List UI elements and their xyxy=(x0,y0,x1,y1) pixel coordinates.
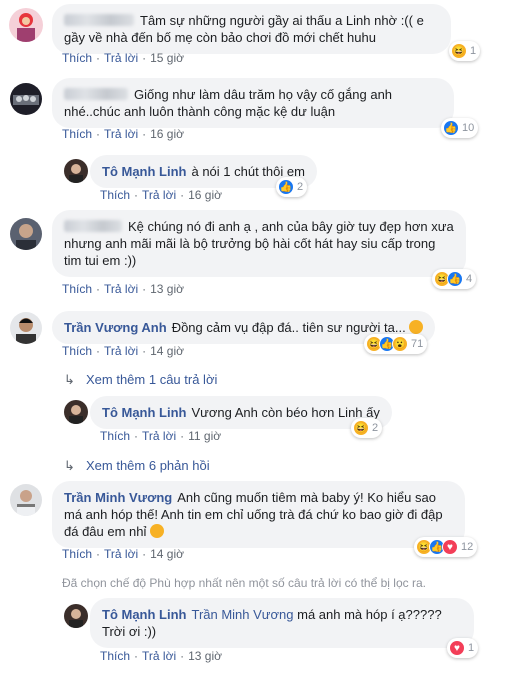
view-more-replies-link[interactable]: ↳ Xem thêm 1 câu trả lời xyxy=(64,372,217,388)
comment-bubble: Giống như làm dâu trăm họ vậy cố gắng an… xyxy=(52,78,454,128)
comment-actions: Thích · Trả lời · 16 giờ xyxy=(100,188,222,202)
like-link[interactable]: Thích xyxy=(62,127,92,141)
comment-actions: Thích · Trả lời · 11 giờ xyxy=(100,429,222,443)
reply-link[interactable]: Trả lời xyxy=(104,51,138,65)
haha-reaction-icon: 😆 xyxy=(353,420,369,436)
reaction-count: 71 xyxy=(411,338,424,350)
reaction-count: 10 xyxy=(462,122,475,134)
blurred-author-name[interactable] xyxy=(64,14,134,26)
comment-actions: Thích · Trả lời · 14 giờ xyxy=(62,547,184,561)
reaction-summary[interactable]: 😆 👍 😮 71 xyxy=(364,334,428,354)
author-name[interactable]: Tô Mạnh Linh xyxy=(102,405,186,420)
avatar[interactable] xyxy=(10,312,42,344)
avatar[interactable] xyxy=(64,159,88,183)
avatar[interactable] xyxy=(10,83,42,115)
reaction-count: 2 xyxy=(297,181,304,193)
comment-bubble: Trần Minh Vương Anh cũng muốn tiêm mà bab… xyxy=(52,481,465,548)
comment-text: Đồng cảm vụ đập đá.. tiên sư người ta... xyxy=(171,320,406,335)
reaction-count: 1 xyxy=(468,642,475,654)
haha-reaction-icon: 😆 xyxy=(451,43,467,59)
comment-actions: Thích · Trả lời · 13 giờ xyxy=(100,649,222,663)
avatar[interactable] xyxy=(10,484,42,516)
like-reaction-icon: 👍 xyxy=(447,271,463,287)
comment-bubble: Kệ chúng nó đi anh ạ , anh của bây giờ t… xyxy=(52,210,466,277)
reply-bubble: Tô Mạnh Linh Vương Anh còn béo hơn Linh ấ… xyxy=(90,396,392,429)
love-reaction-icon: ♥ xyxy=(449,640,465,656)
comment-text: Kệ chúng nó đi anh ạ , anh của bây giờ t… xyxy=(64,219,454,268)
author-name[interactable]: Tô Mạnh Linh xyxy=(102,164,186,179)
smile-emoji-icon xyxy=(150,524,165,538)
reply-link[interactable]: Trả lời xyxy=(104,547,138,561)
reaction-count: 12 xyxy=(461,541,474,553)
like-link[interactable]: Thích xyxy=(100,649,130,663)
wow-reaction-icon: 😮 xyxy=(392,336,408,352)
reply-arrow-icon: ↳ xyxy=(64,372,75,387)
reply-link[interactable]: Trả lời xyxy=(142,649,176,663)
like-link[interactable]: Thích xyxy=(100,188,130,202)
comment-actions: Thích · Trả lời · 13 giờ xyxy=(62,282,184,296)
comment-actions: Thích · Trả lời · 14 giờ xyxy=(62,344,184,358)
avatar[interactable] xyxy=(64,400,88,424)
author-name[interactable]: Trần Minh Vương xyxy=(64,490,172,505)
avatar[interactable] xyxy=(9,8,43,42)
reply-link[interactable]: Trả lời xyxy=(142,429,176,443)
like-reaction-icon: 👍 xyxy=(278,179,294,195)
comment-actions: Thích · Trả lời · 16 giờ xyxy=(62,127,184,141)
love-reaction-icon: ♥ xyxy=(442,539,458,555)
timestamp[interactable]: 16 giờ xyxy=(150,127,184,141)
reaction-count: 4 xyxy=(466,273,473,285)
filter-notice: Đã chọn chế độ Phù hợp nhất nên một số c… xyxy=(62,576,426,590)
timestamp[interactable]: 15 giờ xyxy=(150,51,184,65)
comment-text: Vương Anh còn béo hơn Linh ấy xyxy=(191,405,380,420)
reply-arrow-icon: ↳ xyxy=(64,458,75,473)
reply-link[interactable]: Trả lời xyxy=(104,344,138,358)
timestamp[interactable]: 16 giờ xyxy=(188,188,222,202)
reaction-summary[interactable]: 😆 2 xyxy=(351,418,383,438)
timestamp[interactable]: 14 giờ xyxy=(150,344,184,358)
like-link[interactable]: Thích xyxy=(62,547,92,561)
reply-link[interactable]: Trả lời xyxy=(142,188,176,202)
blurred-author-name[interactable] xyxy=(64,220,122,232)
avatar[interactable] xyxy=(10,218,42,250)
avatar[interactable] xyxy=(64,604,88,628)
like-link[interactable]: Thích xyxy=(62,51,92,65)
reaction-count: 2 xyxy=(372,422,379,434)
reaction-summary[interactable]: 😆 👍 4 xyxy=(432,269,477,289)
reaction-summary[interactable]: 😆 1 xyxy=(449,41,481,61)
comment-bubble: Tâm sự những người gầy ai thấu a Linh nh… xyxy=(52,4,451,54)
author-name[interactable]: Trần Vương Anh xyxy=(64,320,167,335)
reply-link[interactable]: Trả lời xyxy=(104,127,138,141)
like-reaction-icon: 👍 xyxy=(443,120,459,136)
mention-link[interactable]: Trần Minh Vương xyxy=(191,607,293,622)
comment-actions: Thích · Trả lời · 15 giờ xyxy=(62,51,184,65)
blurred-author-name[interactable] xyxy=(64,88,128,100)
reaction-summary[interactable]: 👍 10 xyxy=(441,118,479,138)
reaction-summary[interactable]: ♥ 1 xyxy=(447,638,479,658)
reaction-summary[interactable]: 👍 2 xyxy=(276,177,308,197)
view-more-replies-link[interactable]: ↳ Xem thêm 6 phản hồi xyxy=(64,458,210,474)
like-link[interactable]: Thích xyxy=(100,429,130,443)
reaction-count: 1 xyxy=(470,45,477,57)
like-link[interactable]: Thích xyxy=(62,344,92,358)
timestamp[interactable]: 13 giờ xyxy=(188,649,222,663)
reply-link[interactable]: Trả lời xyxy=(104,282,138,296)
timestamp[interactable]: 13 giờ xyxy=(150,282,184,296)
like-link[interactable]: Thích xyxy=(62,282,92,296)
timestamp[interactable]: 11 giờ xyxy=(188,429,221,443)
reply-bubble: Tô Mạnh Linh Trần Minh Vương má anh mà hó… xyxy=(90,598,474,648)
timestamp[interactable]: 14 giờ xyxy=(150,547,184,561)
sad-emoji-icon xyxy=(409,320,424,334)
reaction-summary[interactable]: 😆 👍 ♥ 12 xyxy=(414,537,478,557)
author-name[interactable]: Tô Mạnh Linh xyxy=(102,607,186,622)
